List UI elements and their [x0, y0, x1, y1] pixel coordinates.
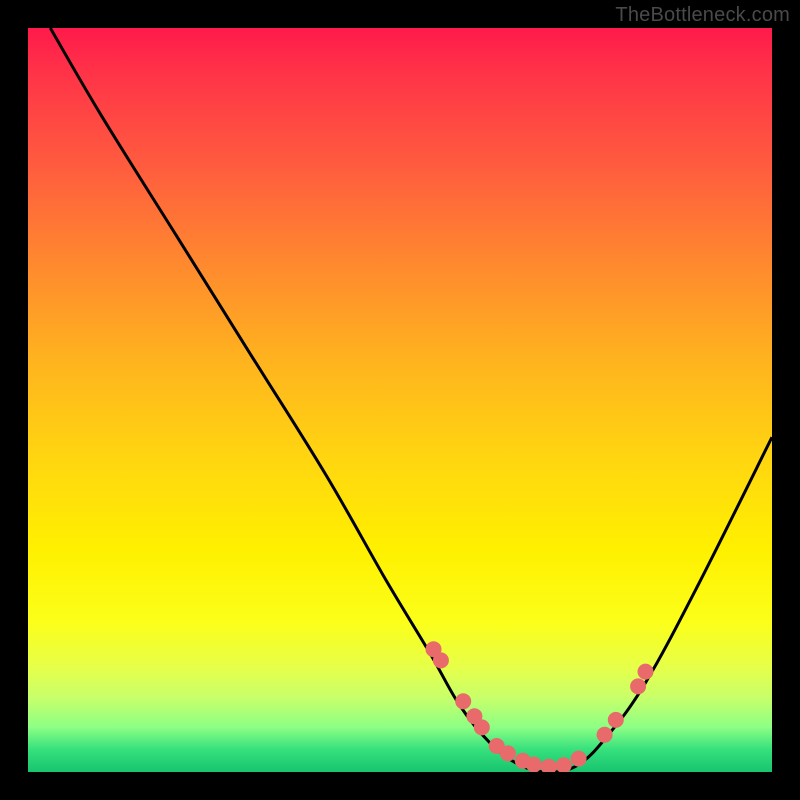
marker-layer	[426, 641, 654, 772]
curve-marker	[474, 719, 490, 735]
curve-marker	[597, 727, 613, 743]
curve-marker	[541, 759, 557, 772]
curve-marker	[455, 693, 471, 709]
curve-marker	[433, 652, 449, 668]
curve-marker	[556, 757, 572, 772]
outer-frame: TheBottleneck.com	[0, 0, 800, 800]
bottleneck-curve	[50, 28, 772, 772]
curve-marker	[526, 757, 542, 772]
curve-marker	[608, 712, 624, 728]
curve-marker	[500, 745, 516, 761]
curve-marker	[571, 751, 587, 767]
watermark-text: TheBottleneck.com	[615, 4, 790, 27]
plot-area	[28, 28, 772, 772]
curve-marker	[630, 678, 646, 694]
chart-svg	[28, 28, 772, 772]
curve-marker	[638, 664, 654, 680]
